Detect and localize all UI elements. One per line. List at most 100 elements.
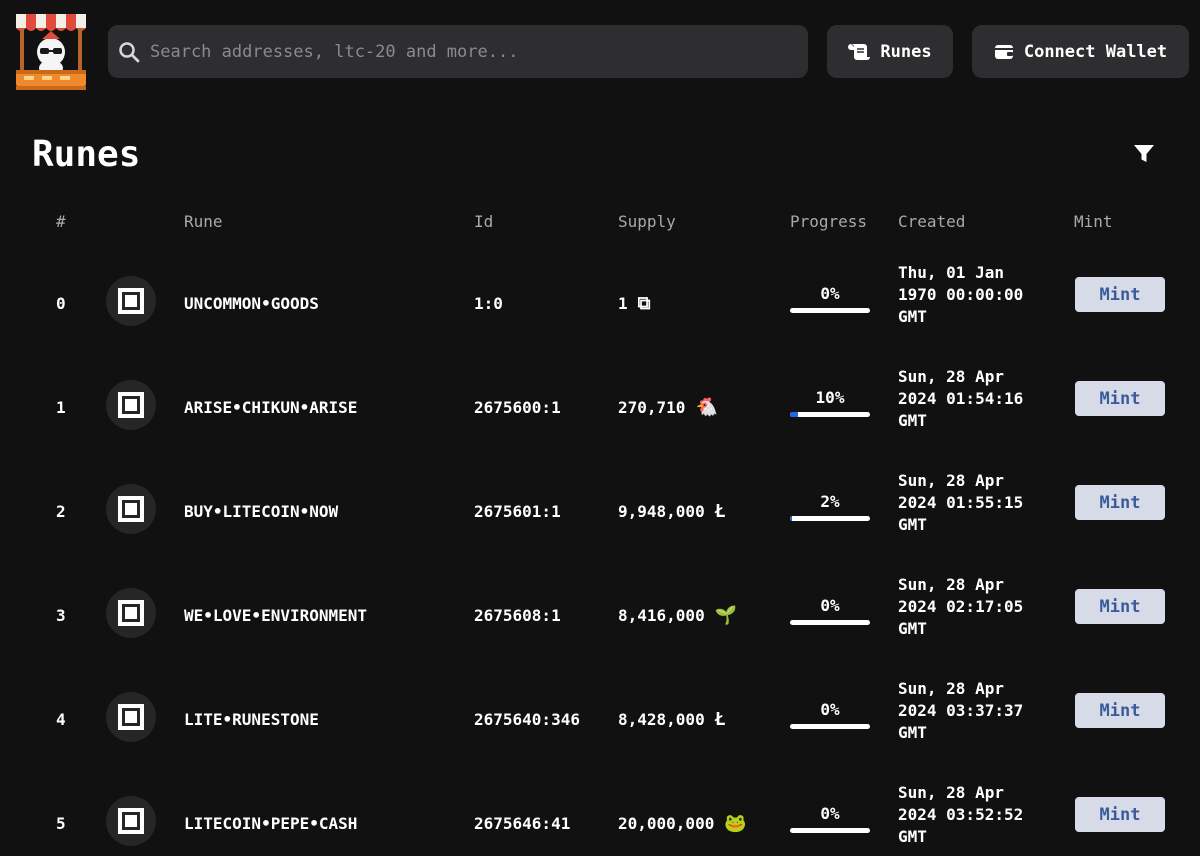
search-icon <box>118 41 140 63</box>
rune-supply: 1 ⧉ <box>618 294 651 313</box>
rune-name[interactable]: BUY•LITECOIN•NOW <box>184 502 338 521</box>
rune-id: 2675601:1 <box>474 502 561 521</box>
search-bar[interactable] <box>108 25 808 78</box>
created-tz: GMT <box>898 307 927 326</box>
row-number: 4 <box>56 710 66 729</box>
supply-value: 8,428,000 <box>618 710 705 729</box>
progress-percent: 0% <box>820 284 840 303</box>
table-row[interactable]: 0 UNCOMMON•GOODS 1:0 1 ⧉ 0% Thu, 01 Jan 19… <box>0 254 1200 354</box>
runes-button[interactable]: Runes <box>827 25 953 78</box>
mint-button[interactable]: Mint <box>1075 797 1165 832</box>
supply-value: 8,416,000 <box>618 606 705 625</box>
mint-button[interactable]: Mint <box>1075 693 1165 728</box>
column-header-mint: Mint <box>1074 212 1113 231</box>
created-time: 2024 01:54:16 <box>898 389 1024 408</box>
rune-name[interactable]: UNCOMMON•GOODS <box>184 294 319 313</box>
progress-bar <box>790 516 870 521</box>
rune-supply: 8,428,000 Ł <box>618 710 726 729</box>
page-title: Runes <box>32 134 141 175</box>
progress-percent: 10% <box>815 388 845 407</box>
supply-value: 20,000,000 <box>618 814 715 833</box>
progress-percent: 0% <box>820 596 840 615</box>
row-number: 0 <box>56 294 66 313</box>
rune-id: 2675600:1 <box>474 398 561 417</box>
column-header-progress: Progress <box>790 212 868 231</box>
row-number: 1 <box>56 398 66 417</box>
column-header-number: # <box>56 212 66 231</box>
rune-symbol: 🐔 <box>695 396 718 418</box>
progress-percent: 2% <box>820 492 840 511</box>
wallet-icon <box>994 43 1014 61</box>
created-time: 2024 01:55:15 <box>898 493 1024 512</box>
table-row[interactable]: 5 LITECOIN•PEPE•CASH 2675646:41 20,000,0… <box>0 774 1200 856</box>
row-number: 3 <box>56 606 66 625</box>
column-header-rune: Rune <box>184 212 223 231</box>
progress-bar <box>790 724 870 729</box>
rune-name[interactable]: ARISE•CHIKUN•ARISE <box>184 398 357 417</box>
mint-button[interactable]: Mint <box>1075 277 1165 312</box>
created-tz: GMT <box>898 619 927 638</box>
created-tz: GMT <box>898 723 927 742</box>
progress-bar <box>790 620 870 625</box>
rune-symbol: 🌱 <box>714 604 738 626</box>
mint-progress: 0% <box>790 700 870 729</box>
rune-name[interactable]: LITECOIN•PEPE•CASH <box>184 814 357 833</box>
created-time: 2024 03:37:37 <box>898 701 1024 720</box>
supply-value: 270,710 <box>618 398 686 417</box>
progress-percent: 0% <box>820 700 840 719</box>
rune-supply: 270,710 🐔 <box>618 398 718 417</box>
mint-button[interactable]: Mint <box>1075 589 1165 624</box>
rune-symbol: Ł <box>714 500 726 522</box>
mint-progress: 0% <box>790 804 870 833</box>
rune-logo-icon <box>106 380 156 430</box>
created-day: Thu, 01 Jan <box>898 263 1004 282</box>
connect-wallet-label: Connect Wallet <box>1023 41 1168 62</box>
rune-supply: 20,000,000 🐸 <box>618 814 747 833</box>
created-time: 2024 03:52:52 <box>898 805 1024 824</box>
progress-percent: 0% <box>820 804 840 823</box>
mint-button[interactable]: Mint <box>1075 485 1165 520</box>
table-row[interactable]: 3 WE•LOVE•ENVIRONMENT 2675608:1 8,416,00… <box>0 566 1200 666</box>
table-row[interactable]: 1 ARISE•CHIKUN•ARISE 2675600:1 270,710 🐔 … <box>0 358 1200 458</box>
rune-symbol: Ł <box>714 708 726 730</box>
rune-supply: 8,416,000 🌱 <box>618 606 737 625</box>
created-day: Sun, 28 Apr <box>898 575 1004 594</box>
created-date: Thu, 01 Jan 1970 00:00:00 GMT <box>898 262 1068 328</box>
supply-value: 1 <box>618 294 628 313</box>
rune-logo-icon <box>106 796 156 846</box>
rune-name[interactable]: LITE•RUNESTONE <box>184 710 319 729</box>
created-tz: GMT <box>898 411 927 430</box>
table-row[interactable]: 4 LITE•RUNESTONE 2675640:346 8,428,000 Ł … <box>0 670 1200 770</box>
created-tz: GMT <box>898 827 927 846</box>
progress-bar <box>790 828 870 833</box>
created-day: Sun, 28 Apr <box>898 367 1004 386</box>
created-date: Sun, 28 Apr 2024 01:54:16 GMT <box>898 366 1068 432</box>
created-date: Sun, 28 Apr 2024 03:52:52 GMT <box>898 782 1068 848</box>
column-header-id: Id <box>474 212 494 231</box>
row-number: 5 <box>56 814 66 833</box>
mint-progress: 10% <box>790 388 870 417</box>
mint-button[interactable]: Mint <box>1075 381 1165 416</box>
rune-id: 2675640:346 <box>474 710 580 729</box>
rune-logo-icon <box>106 276 156 326</box>
created-tz: GMT <box>898 515 927 534</box>
runes-button-label: Runes <box>880 41 932 62</box>
filter-icon[interactable] <box>1132 143 1156 165</box>
mint-progress: 2% <box>790 492 870 521</box>
row-number: 2 <box>56 502 66 521</box>
table-header: # Rune Id Supply Progress Created Mint <box>0 212 1200 234</box>
table-row[interactable]: 2 BUY•LITECOIN•NOW 2675601:1 9,948,000 Ł … <box>0 462 1200 562</box>
connect-wallet-button[interactable]: Connect Wallet <box>972 25 1189 78</box>
rune-id: 2675646:41 <box>474 814 571 833</box>
search-input[interactable] <box>150 41 808 62</box>
rune-symbol: 🐸 <box>724 812 747 834</box>
app-logo[interactable] <box>12 12 90 92</box>
rune-logo-icon <box>106 692 156 742</box>
rune-logo-icon <box>106 484 156 534</box>
rune-name[interactable]: WE•LOVE•ENVIRONMENT <box>184 606 367 625</box>
column-header-created: Created <box>898 212 966 231</box>
rune-logo-icon <box>106 588 156 638</box>
scroll-icon <box>848 42 871 62</box>
column-header-supply: Supply <box>618 212 676 231</box>
rune-id: 2675608:1 <box>474 606 561 625</box>
